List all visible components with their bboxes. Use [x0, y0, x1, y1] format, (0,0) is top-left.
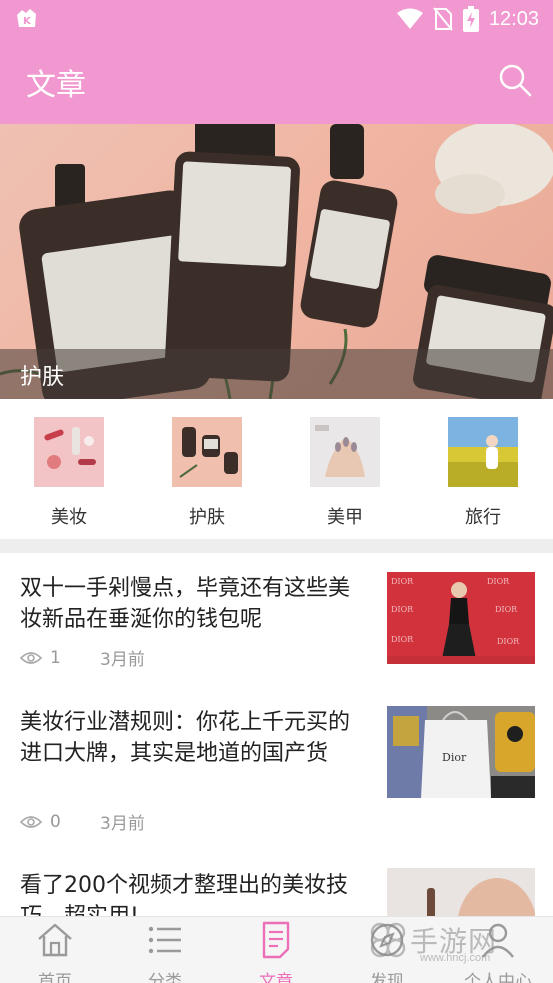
article-time: 3月前: [100, 814, 145, 834]
category-travel[interactable]: 旅行: [438, 417, 528, 529]
eye-icon: [20, 651, 42, 664]
category-travel-image: [448, 417, 518, 487]
banner-carousel[interactable]: 护肤: [0, 124, 553, 399]
search-icon[interactable]: [497, 62, 533, 98]
article-thumbnail: DIOR DIOR DIOR DIOR DIOR DIOR: [387, 572, 535, 664]
svg-text:DIOR: DIOR: [497, 637, 520, 646]
status-time: 12:03: [488, 7, 539, 30]
svg-text:DIOR: DIOR: [487, 577, 510, 586]
category-makeup-label: 美妆: [51, 507, 87, 528]
category-nails-image: [310, 417, 380, 487]
svg-text:DIOR: DIOR: [391, 577, 414, 586]
category-makeup-image: [34, 417, 104, 487]
svg-text:DIOR: DIOR: [495, 605, 518, 614]
article-title: 看了200个视频才整理出的美妆技巧，超实用!: [20, 873, 348, 916]
nav-discover-label: 发现: [370, 972, 404, 983]
discover-icon: [370, 923, 404, 957]
wifi-icon: [396, 8, 423, 29]
nav-home-label: 首页: [38, 972, 72, 983]
category-grid: 美妆 护肤 美甲 旅行: [0, 399, 553, 539]
section-divider: [0, 539, 553, 553]
nav-profile-label: 个人中心: [464, 972, 532, 983]
category-nails-label: 美甲: [327, 507, 363, 528]
svg-text:DIOR: DIOR: [391, 635, 414, 644]
category-skincare-image: [172, 417, 242, 487]
svg-text:Dior: Dior: [442, 751, 467, 764]
category-travel-label: 旅行: [465, 507, 501, 528]
category-makeup[interactable]: 美妆: [24, 417, 114, 529]
nav-discover[interactable]: 发现: [332, 921, 442, 983]
article-icon: [262, 921, 290, 959]
article-item[interactable]: 双十一手剁慢点，毕竟还有这些美妆新品在垂涎你的钱包呢 1 3月前 DIOR DIO…: [0, 553, 553, 691]
article-time: 3月前: [100, 650, 145, 670]
category-skincare[interactable]: 护肤: [162, 417, 252, 529]
article-view-count: 0: [50, 811, 61, 832]
article-item[interactable]: 美妆行业潜规则：你花上千元买的进口大牌，其实是地道的国产货 0 3月前 Dior: [0, 691, 553, 853]
article-title: 双十一手剁慢点，毕竟还有这些美妆新品在垂涎你的钱包呢: [20, 576, 351, 632]
article-thumbnail: [387, 868, 535, 916]
banner-caption: 护肤: [20, 365, 65, 390]
bottom-navigation: 首页 分类 文章 发现 个人中心: [0, 916, 553, 983]
article-meta: 0 3月前: [20, 809, 145, 834]
banner-caption-bar: 护肤: [0, 349, 553, 399]
battery-charging-icon: [462, 6, 479, 32]
nav-categories-label: 分类: [148, 972, 182, 983]
svg-text:K: K: [23, 16, 32, 27]
nav-articles[interactable]: 文章: [221, 921, 331, 983]
category-nails[interactable]: 美甲: [300, 417, 390, 529]
svg-text:DIOR: DIOR: [391, 605, 414, 614]
article-title: 美妆行业潜规则：你花上千元买的进口大牌，其实是地道的国产货: [20, 710, 351, 766]
home-icon: [38, 923, 72, 957]
nav-home[interactable]: 首页: [0, 921, 110, 983]
page-title: 文章: [26, 68, 86, 103]
article-meta: 1 3月前: [20, 645, 145, 670]
article-item[interactable]: 看了200个视频才整理出的美妆技巧，超实用!: [0, 853, 553, 916]
app-notification-icon: K: [17, 9, 36, 27]
nav-profile[interactable]: 个人中心: [443, 921, 553, 983]
status-bar: K 12:03: [0, 0, 553, 38]
list-icon: [148, 926, 181, 954]
no-sim-icon: [433, 7, 453, 31]
eye-icon: [20, 815, 42, 828]
app-header: 文章: [0, 38, 553, 124]
article-view-count: 1: [50, 647, 61, 668]
nav-articles-label: 文章: [259, 972, 293, 983]
article-thumbnail: Dior: [387, 706, 535, 798]
nav-categories[interactable]: 分类: [110, 921, 220, 983]
user-icon: [482, 923, 514, 958]
category-skincare-label: 护肤: [189, 507, 225, 528]
